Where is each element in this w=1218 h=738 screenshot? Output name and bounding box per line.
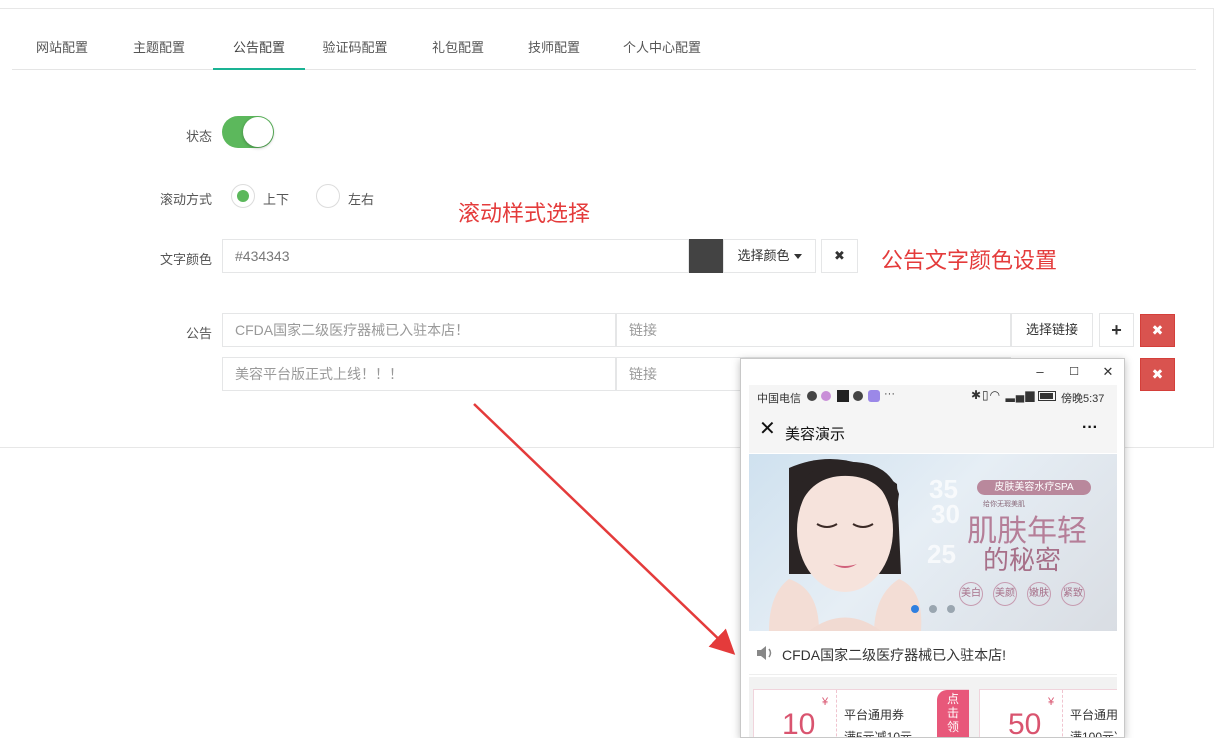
app-icon-3 [868, 390, 880, 402]
signal-icons: ✱▯◠ ▂▄▆ [971, 388, 1036, 402]
close-icon[interactable]: ✕ [759, 419, 776, 439]
message-icon [853, 391, 863, 401]
coupon-title-1: 平台通用券 [844, 708, 905, 722]
coupon-desc-2: 满100元减 [1070, 730, 1117, 738]
battery-icon [1038, 391, 1056, 401]
speaker-icon [757, 646, 772, 660]
notice-bar[interactable]: CFDA国家二级医疗器械已入驻本店! [749, 631, 1117, 675]
banner-tag: 皮肤美容水疗SPA [977, 480, 1091, 495]
coupon-divider [1062, 690, 1063, 737]
more-notifications-icon: ··· [884, 388, 895, 400]
benefit-4: 紧致 [1061, 582, 1085, 606]
benefit-2: 美颜 [993, 582, 1017, 606]
phone-status-bar: 中国电信 ··· ✱▯◠ ▂▄▆ 傍晚5:37 [749, 385, 1117, 409]
banner-number-3: 25 [927, 539, 956, 569]
coupon-amount-1: 10 [782, 708, 816, 738]
coupon-desc-1: 满5元减10元 [844, 730, 913, 738]
coupon-currency-1: ¥ [822, 696, 829, 708]
carrier-text: 中国电信 [757, 393, 801, 405]
app-icon-2 [837, 390, 849, 402]
mobile-preview-window: – ☐ ✕ 中国电信 ··· ✱▯◠ ▂▄▆ 傍晚5:37 ✕ 美容演示 ··· [740, 358, 1125, 738]
maximize-icon[interactable]: ☐ [1062, 361, 1086, 385]
carousel-dot[interactable] [947, 605, 955, 613]
phone-nav-bar: ✕ 美容演示 ··· [749, 409, 1117, 453]
coupon-card-1[interactable]: 10 ¥ 平台通用券 满5元减10元 点击领 [753, 689, 969, 738]
time-text: 傍晚5:37 [1061, 393, 1105, 405]
coupon-currency-2: ¥ [1048, 696, 1055, 708]
coupon-list: 10 ¥ 平台通用券 满5元减10元 点击领 50 ¥ 平台通用 满100元减 [749, 677, 1117, 738]
carousel-dot[interactable] [929, 605, 937, 613]
coupon-card-2[interactable]: 50 ¥ 平台通用 满100元减 [979, 689, 1117, 738]
banner-number-2: 30 [931, 499, 960, 529]
more-menu-icon[interactable]: ··· [1082, 419, 1098, 437]
notice-scroll-text: CFDA国家二级医疗器械已入驻本店! [782, 647, 1006, 663]
coupon-claim-button[interactable]: 点击领 [937, 690, 969, 737]
minimize-icon[interactable]: – [1028, 361, 1052, 385]
banner-image[interactable]: 35 30 25 皮肤美容水疗SPA 给你无瑕美肌 肌肤年轻 的秘密 美白 美颜… [749, 454, 1117, 631]
app-icon [821, 391, 831, 401]
coupon-title-2: 平台通用 [1070, 708, 1117, 722]
benefit-3: 嫩肤 [1027, 582, 1051, 606]
close-window-icon[interactable]: ✕ [1096, 361, 1120, 385]
page-title: 美容演示 [785, 426, 846, 443]
benefit-1: 美白 [959, 582, 983, 606]
coupon-divider [836, 690, 837, 737]
coupon-amount-2: 50 [1008, 708, 1042, 738]
banner-title-2: 的秘密 [983, 546, 1062, 576]
carousel-dot-active[interactable] [911, 605, 919, 613]
wechat-icon [807, 391, 817, 401]
